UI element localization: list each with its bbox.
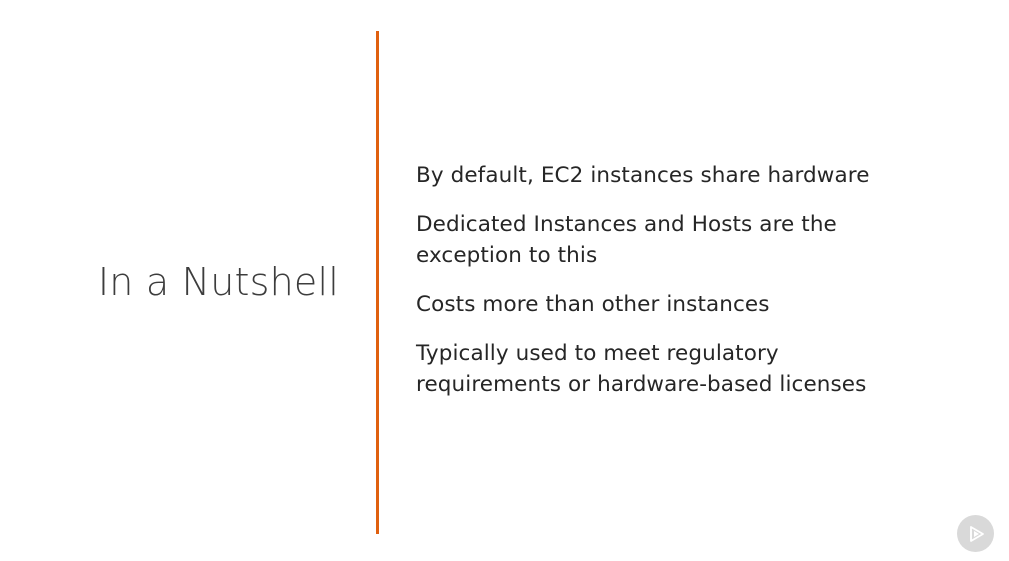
bullet-item: By default, EC2 instances share hardware — [416, 160, 976, 191]
bullet-item: Dedicated Instances and Hosts are the ex… — [416, 209, 976, 271]
play-logo-glyph — [969, 525, 984, 542]
bullet-text: Dedicated Instances and Hosts are the — [416, 212, 837, 237]
slide: In a Nutshell By default, EC2 instances … — [0, 0, 1009, 561]
bullet-list: By default, EC2 instances share hardware… — [416, 160, 976, 418]
bullet-item: Costs more than other instances — [416, 289, 976, 320]
bullet-text: Typically used to meet regulatory — [416, 341, 779, 366]
bullet-text: requirements or hardware-based licenses — [416, 372, 867, 397]
vertical-divider — [376, 31, 379, 534]
slide-title: In a Nutshell — [97, 260, 339, 304]
bullet-text: exception to this — [416, 243, 598, 268]
bullet-item: Typically used to meet regulatory requir… — [416, 338, 976, 400]
bullet-text: By default, EC2 instances share hardware — [416, 163, 870, 188]
play-logo-icon — [957, 515, 994, 552]
bullet-text: Costs more than other instances — [416, 292, 770, 317]
